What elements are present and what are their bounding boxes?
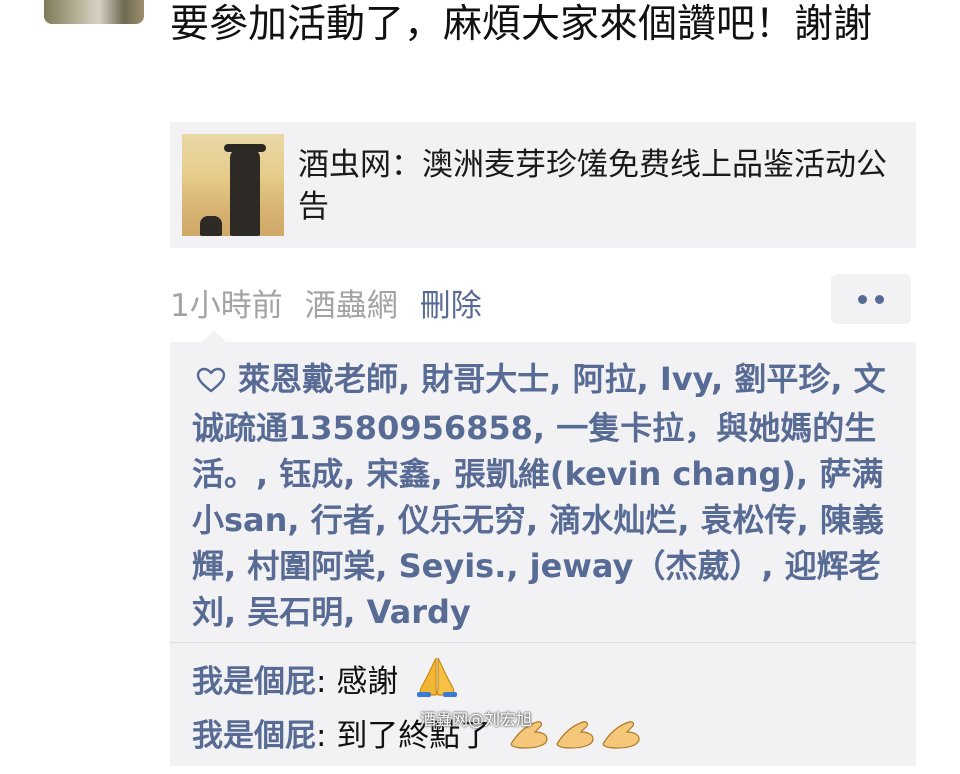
interaction-panel: 萊恩戴老師, 財哥大士, 阿拉, Ivy, 劉平珍, 文诚疏通135809568… — [170, 330, 916, 766]
folded-hands-icon — [414, 654, 460, 710]
comment-separator: : — [316, 664, 337, 700]
liker-names[interactable]: 萊恩戴老師, 財哥大士, 阿拉, Ivy, 劉平珍, 文诚疏通135809568… — [192, 360, 886, 631]
link-thumbnail — [182, 134, 284, 236]
likes-list[interactable]: 萊恩戴老師, 財哥大士, 阿拉, Ivy, 劉平珍, 文诚疏通135809568… — [192, 356, 908, 635]
post-text: 要參加活動了，麻煩大家來個讚吧！謝謝 — [170, 2, 873, 47]
more-actions-button[interactable] — [831, 274, 911, 324]
link-card-title: 酒虫网：澳洲麦芽珍馐免费线上品鉴活动公告 — [298, 147, 887, 225]
shared-link-card[interactable]: 酒虫网：澳洲麦芽珍馐免费线上品鉴活动公告 — [170, 122, 916, 248]
post-timestamp: 1小時前 — [170, 287, 283, 324]
post-source[interactable]: 酒蟲網 — [305, 280, 398, 325]
comment-row[interactable]: 我是個屁: 到了終點了 — [192, 714, 645, 764]
delete-button[interactable]: 刪除 — [420, 280, 482, 325]
comment-text: 感謝 — [336, 664, 399, 700]
comment-author[interactable]: 我是個屁 — [192, 664, 316, 700]
divider — [170, 642, 916, 643]
more-dots-icon — [858, 294, 867, 304]
heart-outline-icon — [196, 359, 232, 405]
comment-author[interactable]: 我是個屁 — [192, 718, 316, 754]
comment-row[interactable]: 我是個屁: 感謝 — [192, 654, 460, 710]
watermark: 酒蟲网@刘宏旭 — [420, 710, 533, 729]
comment-separator: : — [316, 718, 337, 754]
post-meta: 1小時前 酒蟲網 刪除 — [170, 280, 482, 324]
avatar[interactable] — [44, 0, 144, 24]
